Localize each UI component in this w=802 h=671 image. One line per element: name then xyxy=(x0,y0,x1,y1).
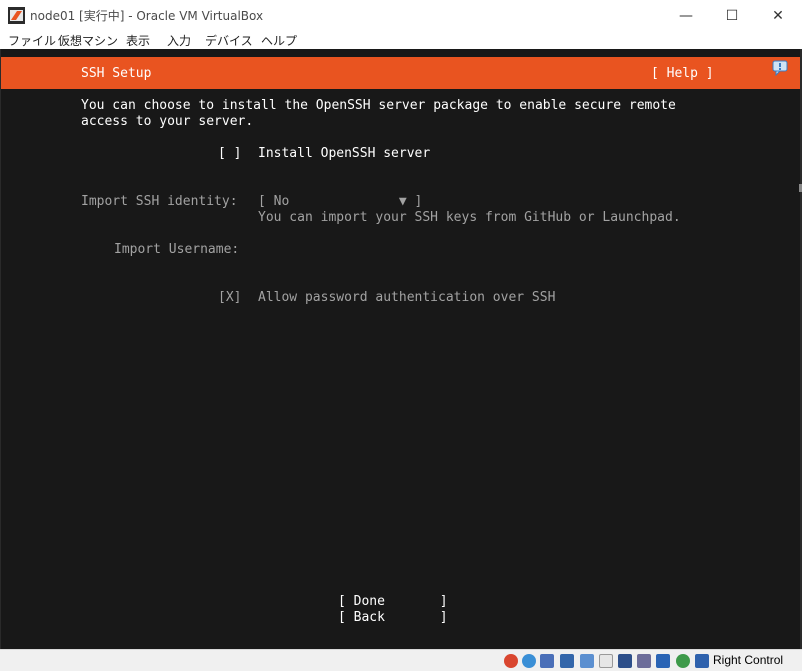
hard-disk-icon[interactable] xyxy=(504,654,518,668)
recording-icon[interactable] xyxy=(637,654,651,668)
menu-machine[interactable]: 仮想マシン xyxy=(58,32,118,49)
intro-text-line2: access to your server. xyxy=(81,114,254,129)
menu-devices[interactable]: デバイス xyxy=(205,32,253,49)
host-key-label: Right Control xyxy=(713,653,784,667)
status-bar: Right Control xyxy=(0,649,802,671)
network-icon[interactable] xyxy=(560,654,574,668)
close-button[interactable]: ✕ xyxy=(755,0,801,31)
install-openssh-checkbox[interactable]: [ ] xyxy=(218,146,241,162)
virtualization-icon[interactable] xyxy=(656,654,670,668)
intro-text-line1: You can choose to install the OpenSSH se… xyxy=(81,98,676,113)
import-username-label: Import Username: xyxy=(114,242,240,257)
title-bar: node01 [実行中] - Oracle VM VirtualBox — ☐ … xyxy=(0,0,802,31)
usb-icon[interactable] xyxy=(580,654,594,668)
host-key-arrow-icon[interactable] xyxy=(695,654,709,668)
window-title: node01 [実行中] - Oracle VM VirtualBox xyxy=(30,9,264,23)
menu-help[interactable]: ヘルプ xyxy=(261,32,297,49)
menu-input[interactable]: 入力 xyxy=(167,32,191,49)
install-openssh-label[interactable]: Install OpenSSH server xyxy=(258,146,430,162)
shared-folders-icon[interactable] xyxy=(599,654,613,668)
import-identity-hint: You can import your SSH keys from GitHub… xyxy=(258,210,681,225)
menu-file[interactable]: ファイル xyxy=(8,32,56,49)
allow-password-label[interactable]: Allow password authentication over SSH xyxy=(258,290,555,306)
import-identity-select[interactable]: [ No ▼ ] xyxy=(258,194,422,210)
notification-icon[interactable] xyxy=(772,60,788,76)
installer-screen: SSH Setup [ Help ] You can choose to ins… xyxy=(1,49,800,649)
mouse-integration-icon[interactable] xyxy=(676,654,690,668)
audio-icon[interactable] xyxy=(540,654,554,668)
help-button[interactable]: [ Help ] xyxy=(651,66,714,82)
back-button[interactable]: [ Back ] xyxy=(338,610,448,626)
screen-title: SSH Setup xyxy=(81,66,152,81)
display-icon[interactable] xyxy=(618,654,632,668)
maximize-button[interactable]: ☐ xyxy=(709,0,755,31)
optical-drive-icon[interactable] xyxy=(522,654,536,668)
menu-bar: ファイル 仮想マシン 表示 入力 デバイス ヘルプ xyxy=(0,31,802,50)
allow-password-checkbox[interactable]: [X] xyxy=(218,290,241,306)
minimize-button[interactable]: — xyxy=(663,0,709,31)
virtualbox-icon xyxy=(8,7,25,24)
done-button[interactable]: [ Done ] xyxy=(338,594,448,610)
import-identity-label: Import SSH identity: xyxy=(81,194,238,209)
vm-console[interactable]: SSH Setup [ Help ] You can choose to ins… xyxy=(0,49,802,649)
menu-view[interactable]: 表示 xyxy=(126,32,150,49)
